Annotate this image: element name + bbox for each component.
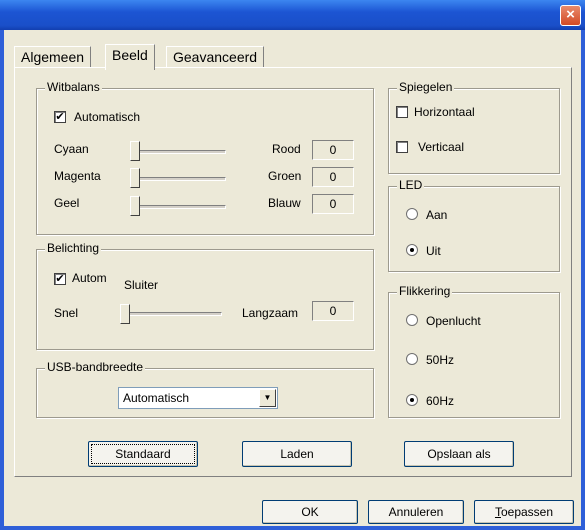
close-icon: ×: [566, 6, 575, 23]
tab-beeld[interactable]: Beeld: [105, 44, 155, 70]
toepassen-label: oepassen: [500, 505, 554, 519]
groen-label: Groen: [268, 169, 302, 183]
led-uit-radio[interactable]: [406, 244, 418, 256]
cyaan-label: Cyaan: [54, 142, 89, 156]
spiegelen-title: Spiegelen: [397, 80, 455, 94]
led-aan-radio[interactable]: [406, 208, 418, 220]
laden-label: Laden: [280, 447, 314, 461]
sluiter-thumb[interactable]: [120, 304, 130, 324]
opslaan-label: Opslaan als: [427, 447, 491, 461]
cyaan-rood-thumb[interactable]: [130, 141, 140, 161]
usb-selected-value: Automatisch: [123, 391, 190, 405]
title-bar: ×: [0, 0, 585, 30]
blauw-value: 0: [312, 194, 354, 214]
cyaan-rood-slider[interactable]: [134, 150, 226, 154]
usb-select[interactable]: Automatisch ▼: [118, 387, 278, 409]
magenta-groen-slider[interactable]: [134, 177, 226, 181]
belichting-auto-checkbox[interactable]: ✔: [54, 273, 66, 285]
magenta-groen-thumb[interactable]: [130, 168, 140, 188]
geel-blauw-slider[interactable]: [134, 205, 226, 209]
rood-value: 0: [312, 140, 354, 160]
horizontaal-checkbox[interactable]: [396, 106, 408, 118]
witbalans-auto-checkbox[interactable]: ✔: [54, 111, 66, 123]
chevron-down-icon[interactable]: ▼: [259, 389, 276, 407]
led-uit-label: Uit: [426, 244, 441, 258]
witbalans-auto-label: Automatisch: [74, 110, 141, 124]
blauw-label: Blauw: [268, 196, 301, 210]
led-title: LED: [397, 178, 425, 192]
tab-label: Algemeen: [21, 49, 85, 65]
openlucht-label: Openlucht: [426, 314, 481, 328]
60hz-label: 60Hz: [426, 394, 455, 408]
toepassen-button[interactable]: Toepassen: [474, 500, 574, 524]
belichting-auto-label: Autom: [72, 271, 107, 285]
sluiter-label: Sluiter: [124, 278, 159, 292]
belichting-group: Belichting: [36, 241, 374, 350]
groen-value: 0: [312, 167, 354, 187]
60hz-radio[interactable]: [406, 394, 418, 406]
sluiter-slider[interactable]: [124, 312, 222, 316]
magenta-label: Magenta: [54, 169, 101, 183]
snel-label: Snel: [54, 306, 79, 320]
ok-label: OK: [301, 505, 319, 519]
50hz-radio[interactable]: [406, 353, 418, 365]
led-group: LED: [388, 178, 560, 272]
geel-label: Geel: [54, 196, 80, 210]
tab-label: Beeld: [112, 47, 148, 63]
50hz-label: 50Hz: [426, 353, 455, 367]
openlucht-radio[interactable]: [406, 314, 418, 326]
standaard-button[interactable]: Standaard: [88, 441, 198, 467]
verticaal-label: Verticaal: [418, 140, 465, 154]
tab-geavanceerd[interactable]: Geavanceerd: [166, 46, 265, 68]
belichting-title: Belichting: [45, 241, 102, 255]
tab-algemeen[interactable]: Algemeen: [14, 46, 92, 68]
ok-button[interactable]: OK: [262, 500, 358, 524]
sluiter-value: 0: [312, 301, 354, 321]
opslaan-als-button[interactable]: Opslaan als: [404, 441, 514, 467]
led-aan-label: Aan: [426, 208, 448, 222]
verticaal-checkbox[interactable]: [396, 141, 408, 153]
standaard-label: Standaard: [115, 447, 171, 461]
laden-button[interactable]: Laden: [242, 441, 352, 467]
spiegelen-group: Spiegelen: [388, 80, 560, 174]
geel-blauw-thumb[interactable]: [130, 196, 140, 216]
flikkering-title: Flikkering: [397, 284, 453, 298]
close-button[interactable]: ×: [560, 5, 581, 26]
annuleren-label: Annuleren: [388, 505, 444, 519]
tab-label: Geavanceerd: [173, 49, 258, 65]
rood-label: Rood: [272, 142, 301, 156]
usb-title: USB-bandbreedte: [45, 360, 146, 374]
witbalans-title: Witbalans: [45, 80, 102, 94]
annuleren-button[interactable]: Annuleren: [368, 500, 464, 524]
horizontaal-label: Horizontaal: [414, 105, 475, 119]
langzaam-label: Langzaam: [242, 306, 299, 320]
